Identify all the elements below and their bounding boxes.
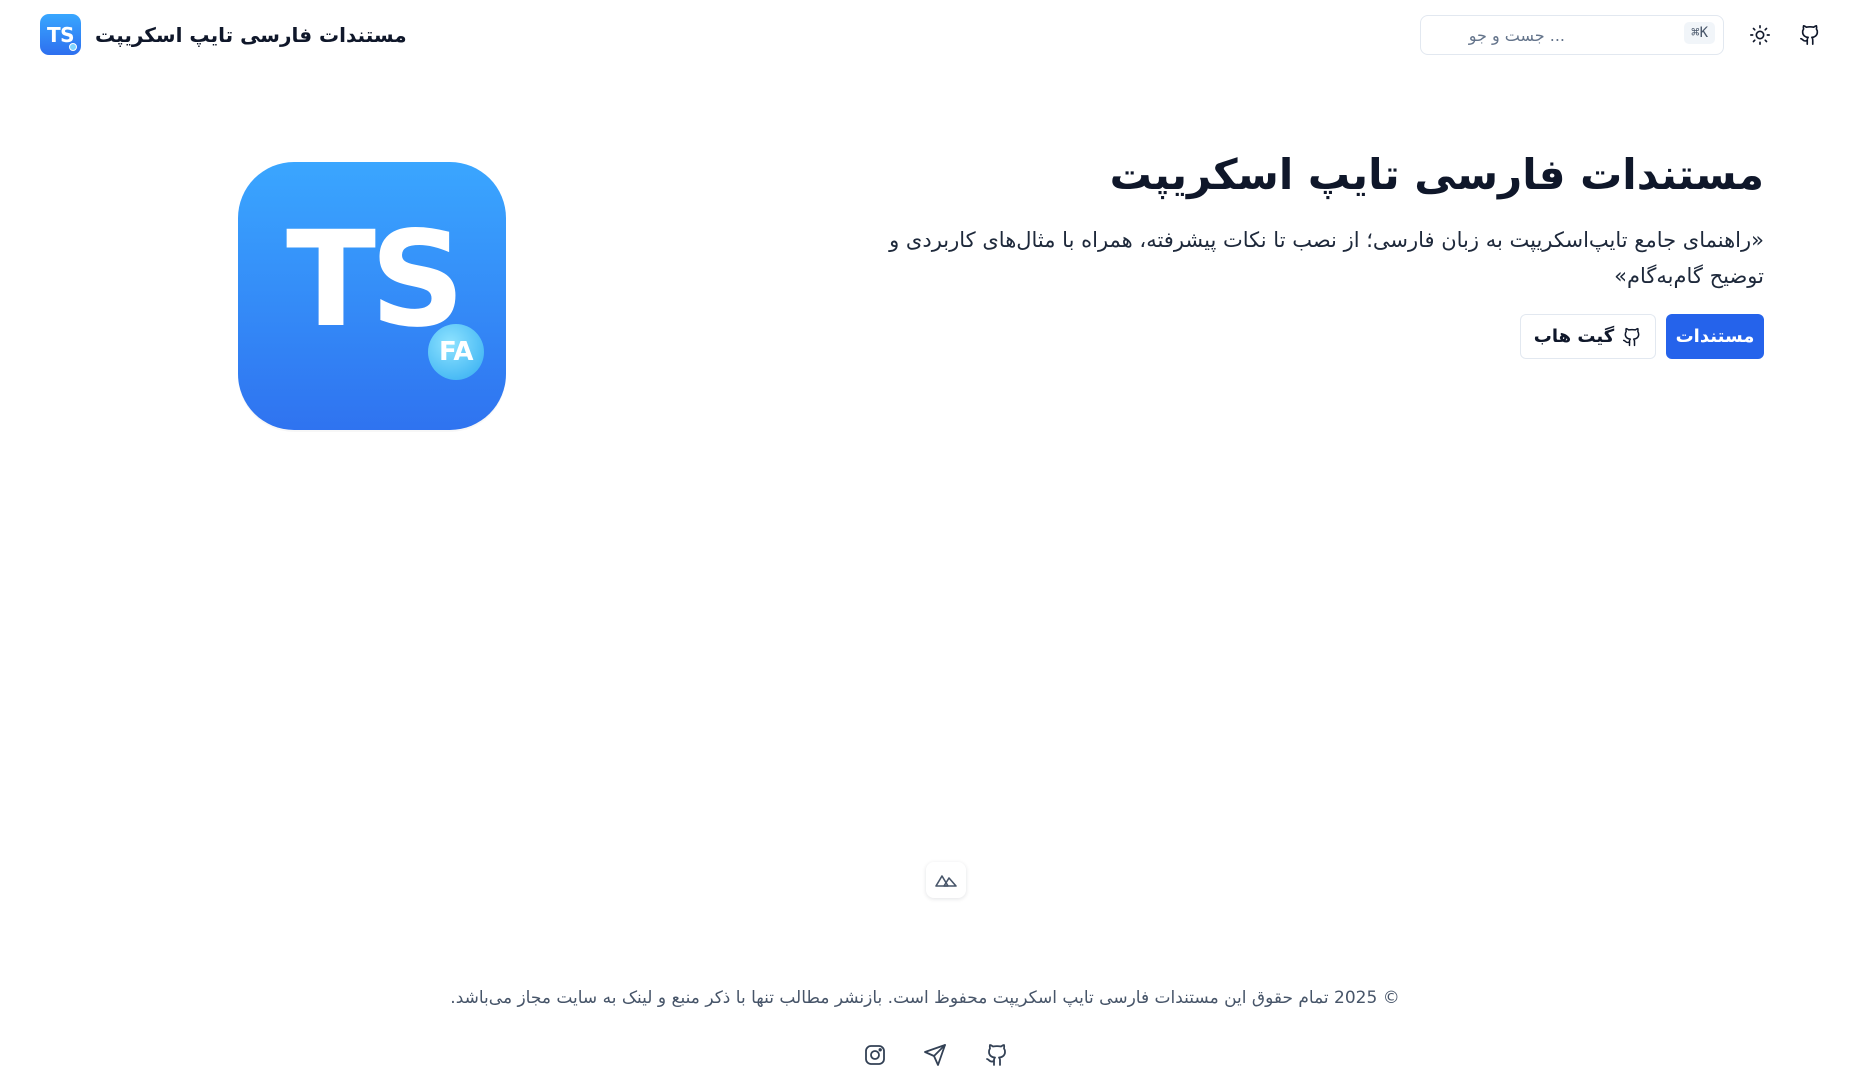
footer-copyright: © 2025 تمام حقوق این مستندات فارسی تایپ … <box>450 988 1400 1008</box>
telegram-link[interactable] <box>920 1040 950 1070</box>
github-button[interactable]: گیت هاب <box>1520 314 1656 359</box>
hero-logo-badge: FA <box>428 324 484 380</box>
brand-link[interactable]: TS مستندات فارسی تایپ اسکریپت <box>40 14 407 55</box>
github-link-button[interactable] <box>1794 19 1826 51</box>
github-icon <box>1800 25 1819 45</box>
instagram-link[interactable] <box>860 1040 890 1070</box>
telegram-icon <box>924 1044 946 1066</box>
brand-logo: TS <box>40 14 81 55</box>
docs-button-label: مستندات <box>1675 326 1755 347</box>
theme-toggle-button[interactable] <box>1744 19 1776 51</box>
instagram-icon <box>865 1045 885 1065</box>
github-button-label: گیت هاب <box>1533 326 1615 347</box>
github-icon <box>986 1044 1006 1066</box>
mountain-logo-icon <box>935 875 957 887</box>
sun-icon <box>1750 25 1770 45</box>
github-footer-link[interactable] <box>982 1040 1012 1070</box>
hero-logo: TS FA <box>238 162 506 430</box>
docs-button[interactable]: مستندات <box>1666 314 1764 359</box>
brand-title: مستندات فارسی تایپ اسکریپت <box>95 22 407 47</box>
search-shortcut-kbd: ⌘K <box>1684 22 1715 44</box>
search-button[interactable]: ⌘K ... جست و جو <box>1420 15 1724 55</box>
github-icon <box>1623 327 1640 346</box>
search-placeholder: ... جست و جو <box>1468 25 1565 45</box>
brand-logo-dot <box>69 43 77 51</box>
page: TS مستندات فارسی تایپ اسکریپت ⌘K ... جست… <box>0 0 1850 1088</box>
nuxt-badge[interactable] <box>926 862 966 898</box>
top-navbar: TS مستندات فارسی تایپ اسکریپت ⌘K ... جست… <box>0 0 1850 70</box>
hero-title: مستندات فارسی تایپ اسکریپت <box>1109 150 1764 199</box>
hero-logo-text: TS <box>286 203 465 357</box>
hero-description: «راهنمای جامع تایپ‌اسکریپت به زبان فارسی… <box>889 228 1764 288</box>
